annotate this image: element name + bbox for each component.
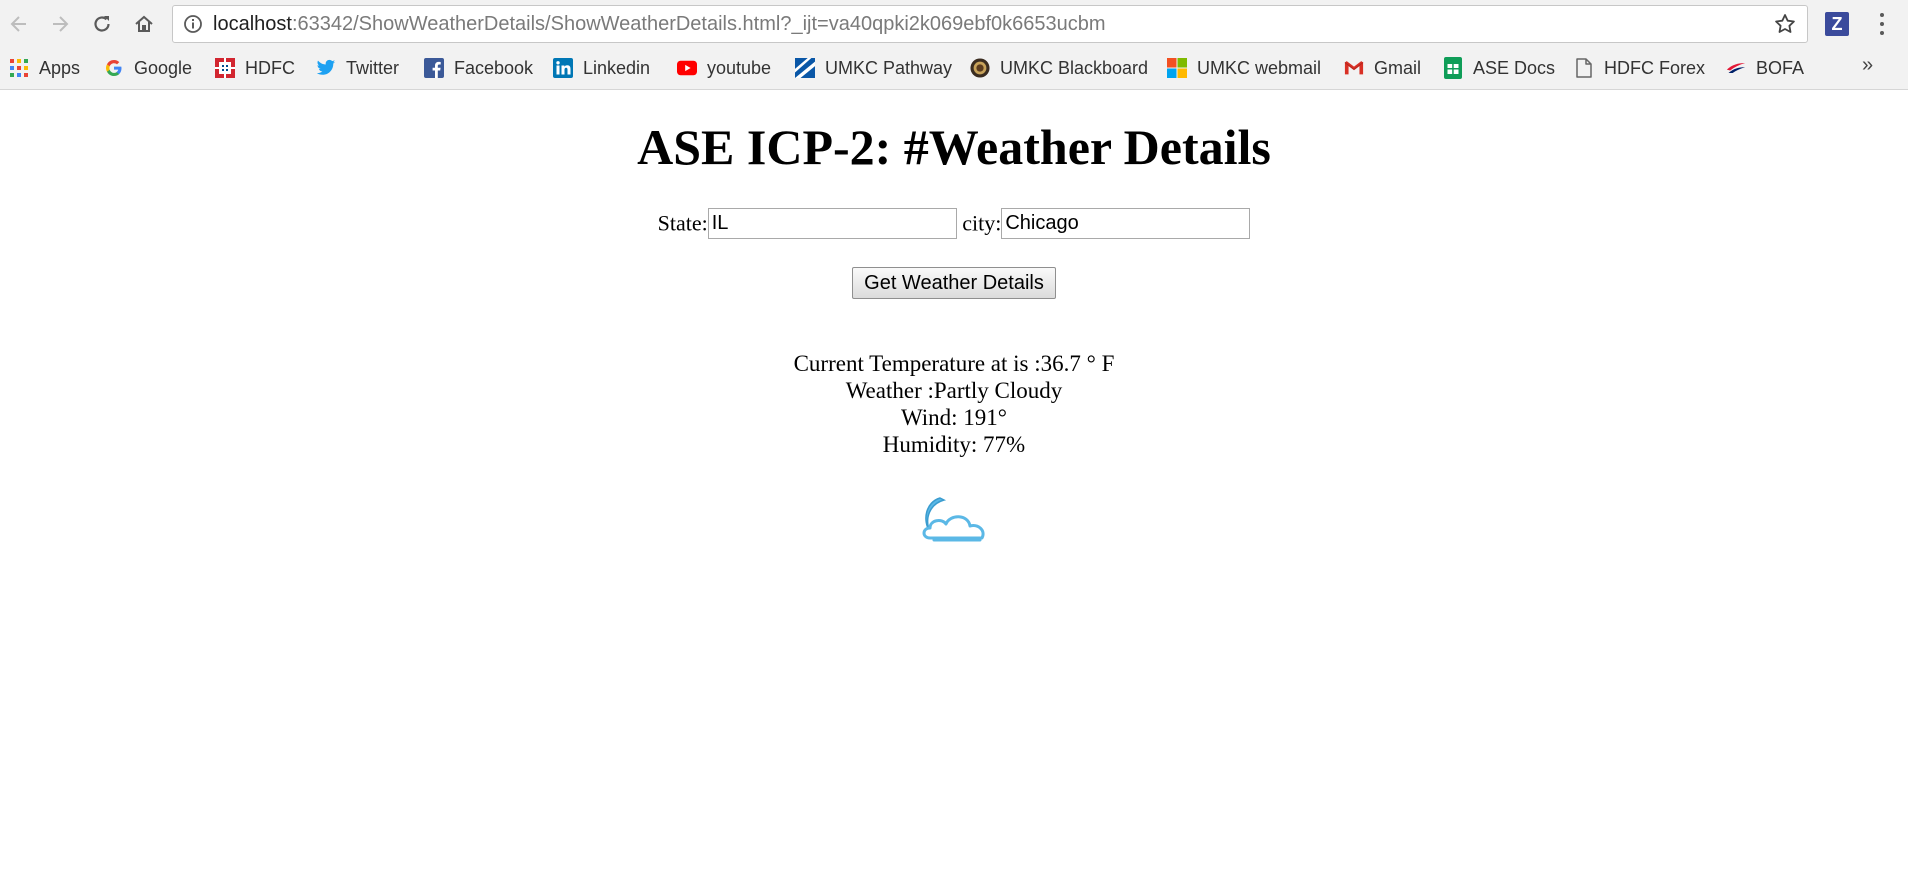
back-arrow-icon: [10, 16, 26, 32]
bookmark-google[interactable]: Google: [104, 54, 192, 82]
bookmark-label: UMKC webmail: [1197, 57, 1322, 78]
google-icon: [104, 58, 124, 78]
state-label: State:: [657, 210, 708, 236]
forward-arrow-icon: [53, 16, 69, 32]
home-button[interactable]: [129, 9, 159, 39]
bookmark-twitter[interactable]: Twitter: [316, 54, 399, 82]
weather-condition-text: Weather :Partly Cloudy: [845, 378, 1063, 403]
youtube-icon: [677, 58, 697, 78]
bookmark-hdfc[interactable]: HDFC: [215, 54, 295, 82]
bookmark-youtube[interactable]: youtube: [677, 54, 771, 82]
url-host: localhost: [213, 13, 292, 35]
weather-results: Current Temperature at is :36.7 ° F Weat…: [0, 350, 1908, 458]
bookmarks-overflow-button[interactable]: »: [1862, 54, 1873, 77]
twitter-icon: [316, 58, 336, 78]
bookmark-star-icon[interactable]: [1773, 12, 1797, 36]
browser-menu-icon[interactable]: [1872, 10, 1892, 38]
info-icon[interactable]: [183, 14, 203, 34]
address-bar[interactable]: localhost:63342/ShowWeatherDetails/ShowW…: [172, 5, 1808, 43]
bookmark-hdfc-forex[interactable]: HDFC Forex: [1574, 54, 1705, 82]
browser-toolbar: localhost:63342/ShowWeatherDetails/ShowW…: [0, 0, 1908, 48]
humidity-text: Humidity: 77%: [882, 432, 1026, 457]
bookmark-label: Gmail: [1374, 57, 1422, 78]
umkc-pathway-icon: [795, 58, 815, 78]
back-button[interactable]: [4, 9, 34, 39]
bookmark-apps[interactable]: Apps: [9, 54, 80, 82]
bookmark-label: HDFC: [245, 57, 295, 78]
bookmark-label: UMKC Pathway: [825, 57, 953, 78]
page-title: ASE ICP-2: #Weather Details: [637, 119, 1271, 175]
url-text[interactable]: localhost:63342/ShowWeatherDetails/ShowW…: [213, 13, 1106, 36]
location-form: State: city:: [0, 208, 1908, 239]
gmail-icon: [1344, 58, 1364, 78]
bookmark-label: youtube: [707, 57, 772, 78]
extension-z-icon[interactable]: Z: [1825, 12, 1849, 36]
bookmark-label: BOFA: [1756, 57, 1805, 78]
bookmark-umkc-blackboard[interactable]: UMKC Blackboard: [970, 54, 1148, 82]
bookmark-bofa[interactable]: BOFA: [1726, 54, 1804, 82]
browser-chrome: localhost:63342/ShowWeatherDetails/ShowW…: [0, 0, 1908, 90]
city-input[interactable]: [1001, 208, 1251, 239]
wind-text: Wind: 191°: [900, 405, 1007, 430]
reload-icon: [94, 16, 110, 32]
bookmark-label: UMKC Blackboard: [1000, 57, 1149, 78]
linkedin-icon: [553, 58, 573, 78]
city-label: city:: [962, 210, 1002, 236]
bookmark-label: Google: [134, 57, 193, 78]
umkc-blackboard-icon: [970, 58, 990, 78]
document-icon: [1574, 58, 1594, 78]
apps-grid-icon: [9, 58, 29, 78]
bookmark-label: HDFC Forex: [1604, 57, 1706, 78]
url-path: :63342/ShowWeatherDetails/ShowWeatherDet…: [291, 13, 1106, 35]
bookmark-label: Apps: [39, 57, 81, 78]
hdfc-icon: [215, 58, 235, 78]
microsoft-icon: [1167, 58, 1187, 78]
bookmark-facebook[interactable]: Facebook: [424, 54, 533, 82]
bookmarks-bar: Apps Google HDFC Twitter Facebook Linked…: [0, 50, 1908, 86]
sheets-icon: [1443, 57, 1463, 79]
facebook-icon: [424, 58, 444, 78]
partly-cloudy-night-icon: [922, 497, 985, 542]
bookmark-label: ASE Docs: [1473, 57, 1556, 78]
bookmark-umkc-webmail[interactable]: UMKC webmail: [1167, 54, 1321, 82]
button-row: Get Weather Details: [0, 267, 1908, 299]
reload-button[interactable]: [87, 9, 117, 39]
bookmark-label: Linkedin: [583, 57, 651, 78]
get-weather-button[interactable]: Get Weather Details: [852, 267, 1056, 299]
bookmark-ase-docs[interactable]: ASE Docs: [1443, 54, 1555, 82]
bookmark-label: Facebook: [454, 57, 534, 78]
bookmark-umkc-pathway[interactable]: UMKC Pathway: [795, 54, 952, 82]
bookmark-gmail[interactable]: Gmail: [1344, 54, 1421, 82]
bookmark-linkedin[interactable]: Linkedin: [553, 54, 650, 82]
home-icon: [135, 15, 153, 32]
temperature-text: Current Temperature at is :36.7 ° F: [793, 351, 1115, 376]
bofa-icon: [1726, 58, 1746, 78]
bookmark-label: Twitter: [346, 57, 400, 78]
state-input[interactable]: [707, 208, 957, 239]
forward-button[interactable]: [45, 9, 75, 39]
